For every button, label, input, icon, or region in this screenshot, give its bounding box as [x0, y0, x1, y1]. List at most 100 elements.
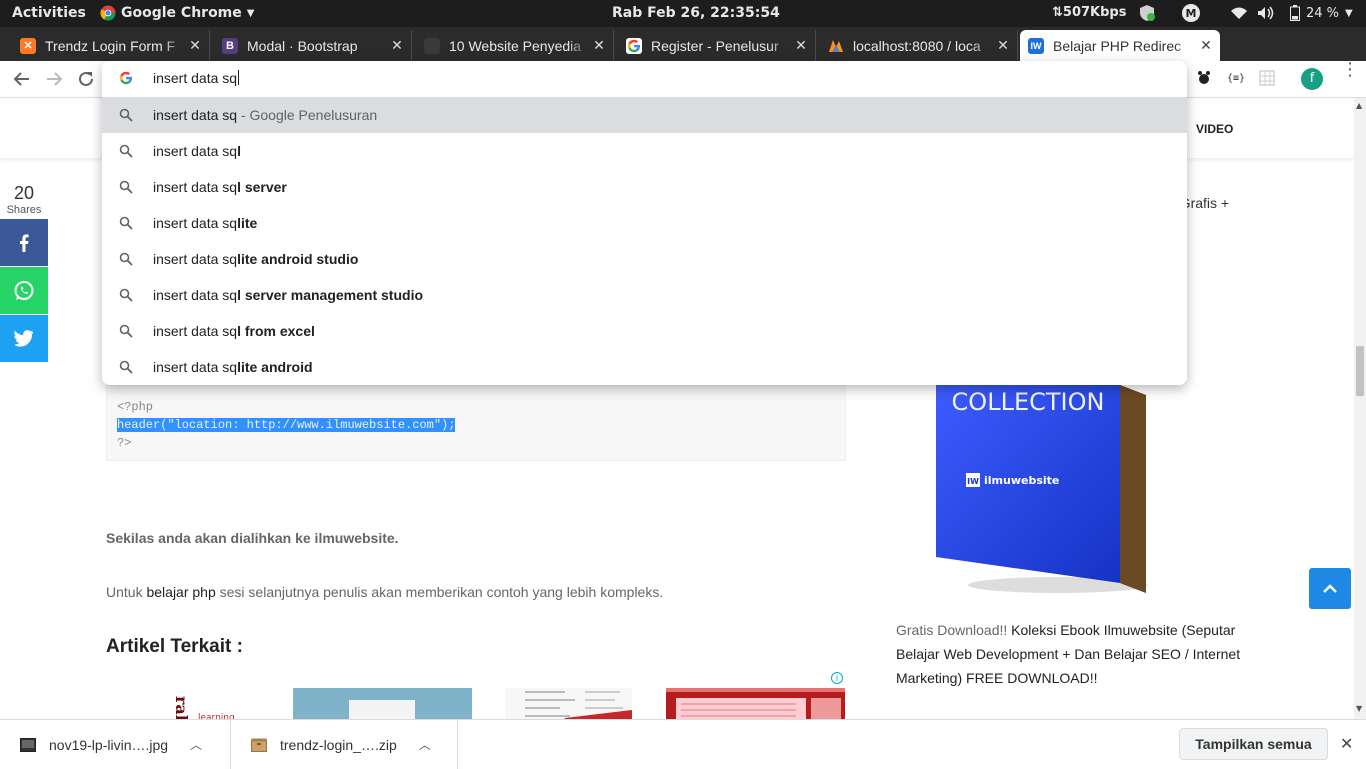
code-block: <?php header("location: http://www.ilmuw… — [106, 385, 846, 461]
chevron-up-icon[interactable]: ︿ — [419, 736, 431, 753]
suggestion-text: insert data sql from excel — [153, 323, 315, 339]
suggestion-text: insert data sqlite android studio — [153, 251, 359, 267]
omnibox-query[interactable]: insert data sq — [153, 70, 240, 86]
related-thumb-1[interactable]: ral learning — [170, 688, 260, 719]
suggestion-item[interactable]: insert data sqlite — [102, 205, 1187, 241]
ad-info-icon[interactable]: i — [831, 672, 843, 684]
chevron-down-icon: ▼ — [1345, 7, 1353, 19]
close-tab-icon[interactable]: ✕ — [1196, 37, 1216, 54]
chevron-up-icon[interactable]: ︿ — [190, 736, 202, 753]
suggestion-item[interactable]: insert data sql — [102, 133, 1187, 169]
extension-icon[interactable] — [1195, 69, 1213, 87]
omnibox-dropdown: insert data sq insert data sq - Google P… — [102, 61, 1187, 385]
suggestion-item[interactable]: insert data sql server management studio — [102, 277, 1187, 313]
bootstrap-icon: B — [222, 37, 238, 54]
facebook-icon — [20, 233, 29, 252]
related-thumb-4[interactable] — [666, 688, 845, 719]
tab-localhost[interactable]: localhost:8080 / loca ✕ — [820, 30, 1018, 61]
tab-strip: ✕ Trendz Login Form F ✕ B Modal · Bootst… — [0, 27, 1366, 81]
page-scrollbar[interactable]: ▲ ▼ — [1354, 98, 1366, 719]
suggestion-text: insert data sqlite android — [153, 359, 313, 375]
tab-10-website[interactable]: 10 Website Penyedia ✕ — [416, 30, 614, 61]
tab-title: Register - Penelusur — [651, 37, 779, 54]
close-tab-icon[interactable]: ✕ — [387, 37, 407, 54]
close-tab-icon[interactable]: ✕ — [993, 37, 1013, 54]
activities-button[interactable]: Activities — [12, 5, 86, 21]
mail-indicator-icon[interactable]: M — [1181, 4, 1201, 22]
article-paragraph: Untuk belajar php sesi selanjutnya penul… — [106, 584, 664, 600]
wifi-icon[interactable] — [1230, 4, 1248, 22]
suggestion-item[interactable]: insert data sqlite android studio — [102, 241, 1187, 277]
search-icon — [119, 252, 133, 266]
tab-belajar-php[interactable]: IW Belajar PHP Redirec ✕ — [1020, 30, 1220, 61]
scrollbar-thumb[interactable] — [1356, 346, 1364, 396]
search-icon — [119, 180, 133, 194]
redirect-note: Sekilas anda akan dialihkan ke ilmuwebsi… — [106, 530, 399, 546]
tab-modal-bootstrap[interactable]: B Modal · Bootstrap ✕ — [214, 30, 412, 61]
download-item[interactable]: trendz-login_….zip ︿ — [231, 720, 458, 769]
app-menu[interactable]: Google Chrome ▼ — [100, 5, 254, 21]
reload-icon — [79, 71, 93, 86]
ebook-cover-image[interactable]: COLLECTION IW ilmuwebsite — [928, 385, 1148, 595]
clock[interactable]: Rab Feb 26, 22:35:54 — [612, 5, 780, 21]
nav-video-link[interactable]: VIDEO — [1196, 122, 1233, 136]
suggestion-item[interactable]: insert data sql from excel — [102, 313, 1187, 349]
network-speed: ⇅507Kbps — [1052, 5, 1127, 20]
forward-button[interactable] — [42, 67, 66, 91]
battery-indicator[interactable]: 24 % ▼ — [1290, 5, 1353, 21]
archive-file-icon — [251, 738, 267, 752]
suggestion-item[interactable]: insert data sql server — [102, 169, 1187, 205]
phpmyadmin-icon — [828, 38, 844, 54]
suggestion-text: insert data sql server management studio — [153, 287, 424, 303]
google-icon — [119, 71, 132, 85]
close-tab-icon[interactable]: ✕ — [185, 37, 205, 54]
twitter-share-button[interactable] — [0, 315, 48, 362]
book-title-text: COLLECTION — [952, 388, 1105, 416]
reload-button[interactable] — [74, 67, 98, 91]
related-thumb-3[interactable] — [505, 688, 632, 719]
related-articles-heading: Artikel Terkait : — [106, 636, 243, 657]
suggestion-item[interactable]: insert data sqlite android — [102, 349, 1187, 385]
tab-title: localhost:8080 / loca — [853, 37, 981, 54]
tab-title: Belajar PHP Redirec — [1053, 37, 1182, 54]
book-brand-text: ilmuwebsite — [984, 474, 1059, 487]
tab-title: Trendz Login Form F — [45, 37, 176, 54]
search-icon — [119, 216, 133, 230]
scroll-down-icon[interactable]: ▼ — [1356, 704, 1362, 713]
battery-percent: 24 % — [1306, 5, 1340, 21]
tab-register[interactable]: Register - Penelusur ✕ — [618, 30, 816, 61]
twitter-icon — [14, 330, 34, 347]
back-to-top-button[interactable] — [1309, 568, 1351, 609]
download-item[interactable]: nov19-lp-livin….jpg ︿ — [0, 720, 231, 769]
tab-trendz-login[interactable]: ✕ Trendz Login Form F ✕ — [12, 30, 210, 61]
xampp-icon: ✕ — [20, 37, 36, 54]
search-icon — [119, 360, 133, 374]
svg-text:ral: ral — [172, 696, 191, 719]
download-filename: trendz-login_….zip — [280, 736, 397, 753]
close-tab-icon[interactable]: ✕ — [791, 37, 811, 54]
tab-title: 10 Website Penyedia — [449, 37, 582, 54]
close-download-bar-icon[interactable]: ✕ — [1340, 734, 1353, 754]
share-count: 20 — [13, 183, 35, 203]
chevron-up-icon — [1323, 583, 1337, 593]
whatsapp-share-button[interactable] — [0, 267, 48, 314]
belajar-php-link[interactable]: belajar php — [146, 584, 215, 600]
download-bar: nov19-lp-livin….jpg ︿ trendz-login_….zip… — [0, 719, 1366, 769]
close-tab-icon[interactable]: ✕ — [589, 37, 609, 54]
suggestion-item[interactable]: insert data sq - Google Penelusuran — [102, 97, 1187, 133]
grid-extension-icon[interactable] — [1258, 69, 1276, 87]
profile-avatar[interactable]: f — [1301, 68, 1323, 90]
omnibox-input-row[interactable]: insert data sq — [102, 61, 1187, 97]
shield-icon[interactable] — [1138, 4, 1156, 22]
related-thumb-2[interactable] — [293, 688, 472, 719]
json-viewer-icon[interactable]: {≡} — [1227, 69, 1245, 87]
back-button[interactable] — [10, 67, 34, 91]
show-all-downloads-button[interactable]: Tampilkan semua — [1179, 728, 1328, 760]
search-icon — [119, 288, 133, 302]
code-line-selected: header("location: http://www.ilmuwebsite… — [117, 418, 456, 432]
volume-icon[interactable] — [1257, 4, 1275, 22]
system-top-bar: Activities Google Chrome ▼ Rab Feb 26, 2… — [0, 0, 1366, 27]
menu-kebab-icon[interactable]: ⋮ — [1341, 61, 1359, 79]
facebook-share-button[interactable] — [0, 219, 48, 266]
scroll-up-icon[interactable]: ▲ — [1356, 101, 1362, 110]
